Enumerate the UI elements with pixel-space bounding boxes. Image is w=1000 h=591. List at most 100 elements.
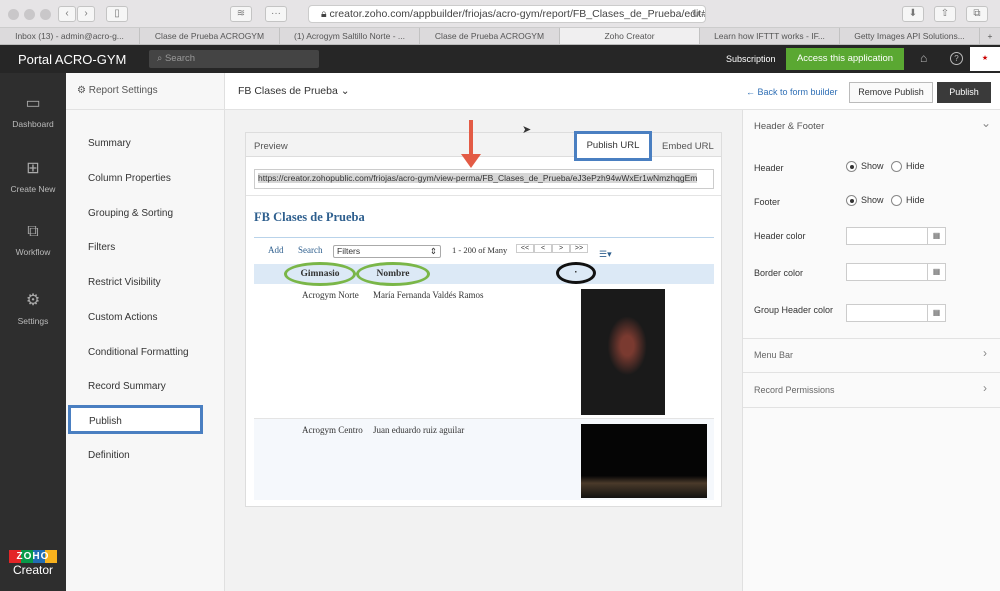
remove-publish-button[interactable]: Remove Publish <box>849 82 933 103</box>
settings-item-column-properties[interactable]: Column Properties <box>88 173 171 184</box>
cell-nombre: María Fernanda Valdés Ramos <box>373 290 484 300</box>
search-link[interactable]: Search <box>298 245 323 255</box>
header-color-input[interactable]: ▦ <box>846 227 946 245</box>
list-view-menu-icon[interactable]: ☰▾ <box>599 249 612 260</box>
nav-label: Workflow <box>15 247 51 257</box>
more-icon[interactable]: ··· <box>265 6 287 22</box>
help-icon[interactable]: ? <box>950 52 963 65</box>
sidebar-icon[interactable]: ▯ <box>106 6 128 22</box>
settings-item-restrict-visibility[interactable]: Restrict Visibility <box>88 277 161 288</box>
settings-item-publish[interactable]: Publish <box>68 405 203 434</box>
column-header-image[interactable]: · <box>556 262 596 284</box>
add-link[interactable]: Add <box>268 245 284 255</box>
header-color-label: Header color <box>754 231 806 241</box>
acro-gym-logo: ★ <box>970 47 1000 71</box>
show-label: Show <box>861 161 884 171</box>
search-placeholder: Search <box>164 53 196 64</box>
header-radio-group: Show Hide <box>846 161 925 173</box>
header-footer-section[interactable]: Header & Footer <box>754 121 824 132</box>
footer-show-radio[interactable] <box>846 195 857 207</box>
settings-item-grouping-sorting[interactable]: Grouping & Sorting <box>88 208 173 219</box>
browser-tab[interactable]: Clase de Prueba ACROGYM <box>420 28 560 44</box>
search-icon: ⌕ <box>157 53 165 64</box>
color-picker-icon[interactable]: ▦ <box>927 228 945 244</box>
right-settings-panel: Header & Footer ⌄ Header Show Hide Foote… <box>742 110 1000 591</box>
report-selector[interactable]: FB Clases de Prueba ⌄ <box>238 85 350 97</box>
browser-tab[interactable]: Inbox (13) - admin@acro-g... <box>0 28 140 44</box>
first-page-button[interactable]: << <box>516 244 534 253</box>
pager: << < > >> <box>516 244 588 253</box>
browser-tab[interactable]: (1) Acrogym Saltillo Norte - ... <box>280 28 420 44</box>
zoom-window-button[interactable] <box>40 9 51 20</box>
report-name: FB Clases de Prueba <box>238 85 338 97</box>
zoho-creator-logo: ZOHO Creator <box>9 550 57 577</box>
settings-item-filters[interactable]: Filters <box>88 242 115 253</box>
minimize-window-button[interactable] <box>24 9 35 20</box>
share-icon[interactable]: ⇧ <box>934 6 956 22</box>
next-page-button[interactable]: > <box>552 244 570 253</box>
address-bar[interactable]: 🔒︎ creator.zoho.com/appbuilder/friojas/a… <box>308 5 706 23</box>
back-to-form-builder-link[interactable]: ← Back to form builder <box>746 87 838 97</box>
home-icon[interactable]: ⌂ <box>920 51 927 65</box>
settings-item-custom-actions[interactable]: Custom Actions <box>88 312 157 323</box>
browser-tab[interactable]: Clase de Prueba ACROGYM <box>140 28 280 44</box>
footer-radio-group: Show Hide <box>846 195 925 207</box>
subscription-link[interactable]: Subscription <box>726 54 776 64</box>
nav-label: Settings <box>17 316 49 326</box>
tab-publish-url[interactable]: Publish URL <box>574 131 652 161</box>
header-hide-radio[interactable] <box>891 161 903 173</box>
pagination-text: 1 - 200 of Many <box>452 245 508 255</box>
column-header-nombre[interactable]: Nombre <box>356 262 430 286</box>
browser-tab[interactable]: Getty Images API Solutions... <box>840 28 980 44</box>
tab-embed-url[interactable]: Embed URL <box>662 141 714 152</box>
access-application-button[interactable]: Access this application <box>786 48 904 70</box>
filters-select[interactable]: Filters ⇕ <box>333 245 441 258</box>
group-header-color-input[interactable]: ▦ <box>846 304 946 322</box>
footer-hide-radio[interactable] <box>891 195 903 207</box>
back-icon[interactable]: ‹ <box>58 6 76 22</box>
forward-icon[interactable]: › <box>77 6 95 22</box>
record-permissions-section[interactable]: Record Permissions <box>754 385 835 395</box>
chevron-down-icon[interactable]: ⌄ <box>981 116 991 130</box>
close-window-button[interactable] <box>8 9 19 20</box>
settings-item-record-summary[interactable]: Record Summary <box>88 381 166 392</box>
mouse-cursor-icon: ➤ <box>522 124 532 136</box>
browser-tab-active[interactable]: Zoho Creator <box>560 28 700 44</box>
nav-workflow[interactable]: ⧉ Workflow <box>0 223 66 257</box>
prev-page-button[interactable]: < <box>534 244 552 253</box>
header-show-radio[interactable] <box>846 161 857 173</box>
gear-icon: ⚙ <box>77 85 89 96</box>
publish-url-text: https://creator.zohopublic.com/friojas/a… <box>258 173 698 183</box>
report-topbar: FB Clases de Prueba ⌄ ← Back to form bui… <box>225 73 1000 110</box>
group-header-color-label: Group Header color <box>754 305 834 315</box>
nav-label: Dashboard <box>12 119 54 129</box>
nav-settings[interactable]: ⚙ Settings <box>0 290 66 326</box>
search-input[interactable]: ⌕ Search <box>149 50 319 68</box>
nav-dashboard[interactable]: ▭ Dashboard <box>0 93 66 129</box>
tabs-icon[interactable]: ⧉ <box>966 6 988 22</box>
color-picker-icon[interactable]: ▦ <box>927 264 945 280</box>
chevron-right-icon[interactable]: › <box>983 381 987 395</box>
menu-bar-section[interactable]: Menu Bar <box>754 350 793 360</box>
nav-create-new[interactable]: ⊞ Create New <box>0 158 66 194</box>
border-color-input[interactable]: ▦ <box>846 263 946 281</box>
download-icon[interactable]: ⬇ <box>902 6 924 22</box>
publish-url-field[interactable]: https://creator.zohopublic.com/friojas/a… <box>254 169 714 189</box>
footer-label: Footer <box>754 197 781 207</box>
settings-item-conditional-formatting[interactable]: Conditional Formatting <box>88 347 189 358</box>
column-header-gimnasio[interactable]: Gimnasio <box>284 262 356 286</box>
browser-tab[interactable]: Learn how IFTTT works - IF... <box>700 28 840 44</box>
chevron-right-icon[interactable]: › <box>983 346 987 360</box>
settings-item-summary[interactable]: Summary <box>88 138 131 149</box>
cell-nombre: Juan eduardo ruiz aguilar <box>373 425 465 435</box>
reload-icon[interactable]: ↻ <box>690 8 702 20</box>
chevron-down-icon: ⌄ <box>340 85 350 97</box>
settings-item-definition[interactable]: Definition <box>88 450 130 461</box>
color-picker-icon[interactable]: ▦ <box>927 305 945 321</box>
new-tab-icon[interactable]: + <box>980 28 1000 44</box>
last-page-button[interactable]: >> <box>570 244 588 253</box>
left-nav: ▭ Dashboard ⊞ Create New ⧉ Workflow ⚙ Settin… <box>0 73 66 591</box>
publish-button[interactable]: Publish <box>937 82 991 103</box>
app-header: Portal ACRO-GYM ⌕ Search Subscription Ac… <box>0 45 1000 81</box>
layers-icon[interactable]: ≋ <box>230 6 252 22</box>
